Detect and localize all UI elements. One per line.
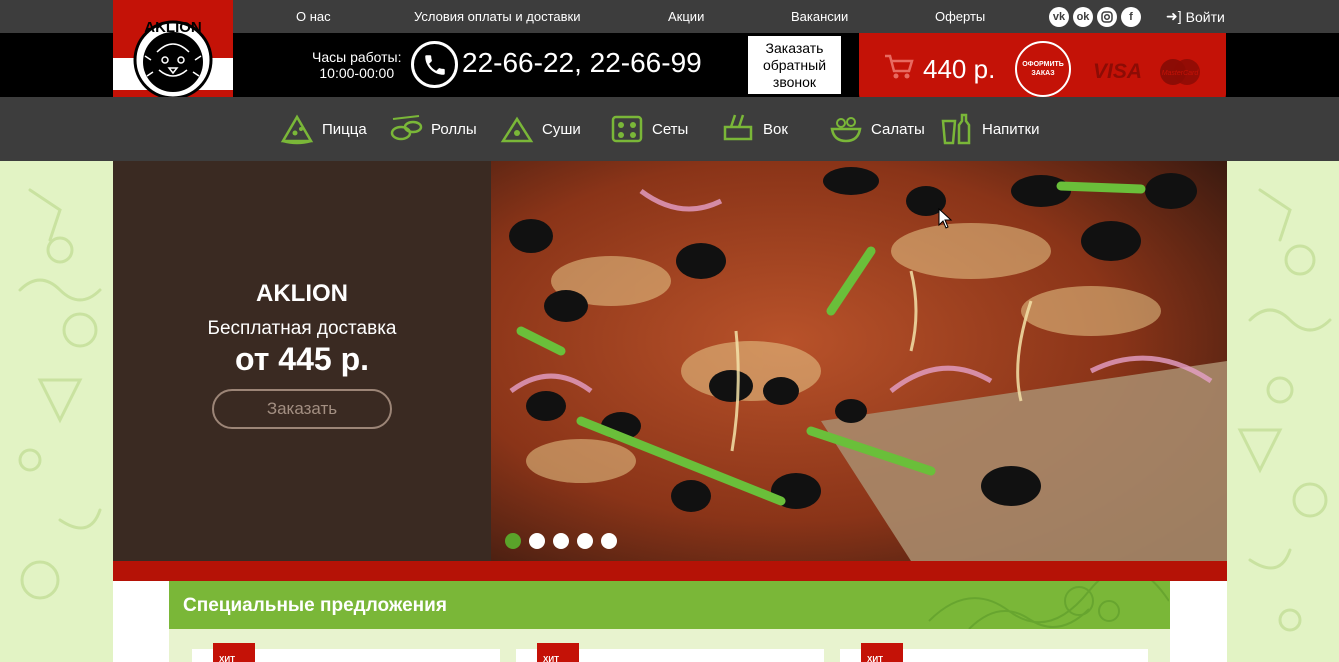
hero-bottom-stripe <box>113 561 1227 581</box>
category-pizza[interactable]: Пицца <box>280 113 367 145</box>
category-label: Сеты <box>652 120 689 138</box>
facebook-icon[interactable]: f <box>1121 7 1141 27</box>
offer-card-2-tag: ХИТ <box>537 643 579 662</box>
category-label: Роллы <box>431 120 477 138</box>
slider-dots <box>505 533 617 549</box>
hours-label: Часы работы: <box>312 49 402 65</box>
sets-icon <box>611 115 643 143</box>
drinks-icon <box>941 113 971 145</box>
working-hours: Часы работы: 10:00-00:00 <box>312 49 402 81</box>
checkout-button[interactable]: ОФОРМИТЬ ЗАКАЗ <box>1015 41 1071 97</box>
slider-dot-5[interactable] <box>601 533 617 549</box>
nav-about[interactable]: О нас <box>296 9 331 24</box>
salad-icon <box>830 117 862 143</box>
slider-dot-3[interactable] <box>553 533 569 549</box>
nav-vacancies[interactable]: Вакансии <box>791 9 848 24</box>
hero-order-button[interactable]: Заказать <box>212 389 392 429</box>
category-wok[interactable]: Вок <box>721 113 788 145</box>
category-label: Вок <box>763 120 788 138</box>
offer-tag-label: ХИТ <box>219 655 235 662</box>
slider-dot-2[interactable] <box>529 533 545 549</box>
checkout-line-2: ЗАКАЗ <box>1031 70 1055 77</box>
category-rolls[interactable]: Роллы <box>389 113 477 145</box>
vk-icon[interactable]: vk <box>1049 7 1069 27</box>
phone-icon <box>411 41 458 88</box>
category-salads[interactable]: Салаты <box>829 113 925 145</box>
wok-icon <box>723 114 753 141</box>
social-links: vk ok f <box>1049 7 1141 27</box>
visa-logo: VISA <box>1093 60 1143 83</box>
callback-line-3: звонок <box>772 73 817 90</box>
pizza-icon <box>280 114 314 145</box>
mastercard-logo: MasterCard <box>1160 59 1200 85</box>
category-drinks[interactable]: Напитки <box>940 113 1040 145</box>
callback-button[interactable]: Заказать обратный звонок <box>745 33 844 97</box>
cart-sum: 440 р. <box>923 54 996 84</box>
rolls-icon <box>390 115 423 141</box>
nav-payment-delivery[interactable]: Условия оплаты и доставки <box>414 9 580 24</box>
slider-dot-1[interactable] <box>505 533 521 549</box>
odnoklassniki-icon[interactable]: ok <box>1073 7 1093 27</box>
nav-offers[interactable]: Оферты <box>935 9 985 24</box>
logo-text: AKLION <box>144 19 202 36</box>
category-sets[interactable]: Сеты <box>610 113 688 145</box>
login-link[interactable]: ➜] Войти <box>1166 8 1225 25</box>
instagram-icon[interactable] <box>1097 7 1117 27</box>
category-label: Суши <box>542 120 581 138</box>
hero-pizza-image[interactable] <box>491 161 1227 561</box>
login-label: Войти <box>1185 8 1225 25</box>
scribble-decoration <box>928 581 1169 629</box>
cart-icon[interactable] <box>883 53 915 86</box>
special-offers-header: Специальные предложения <box>169 581 1170 629</box>
callback-line-2: обратный <box>762 56 827 73</box>
slider-dot-4[interactable] <box>577 533 593 549</box>
offer-card-3-tag: ХИТ <box>861 643 903 662</box>
special-offers-title: Специальные предложения <box>183 595 447 616</box>
cart-panel: 440 р. ОФОРМИТЬ ЗАКАЗ VISA MasterCard <box>859 33 1226 106</box>
phone-numbers[interactable]: 22-66-22, 22-66-99 <box>462 47 702 79</box>
category-sushi[interactable]: Суши <box>500 113 581 145</box>
mastercard-text: MasterCard <box>1162 70 1200 77</box>
category-label: Пицца <box>322 120 367 138</box>
offer-tag-label: ХИТ <box>543 655 559 662</box>
offer-tag-label: ХИТ <box>867 655 883 662</box>
checkout-line-1: ОФОРМИТЬ <box>1022 61 1064 68</box>
callback-line-1: Заказать <box>765 39 824 56</box>
hours-value: 10:00-00:00 <box>319 65 395 81</box>
hero-brand: AKLION <box>256 280 348 307</box>
nav-promotions[interactable]: Акции <box>668 9 704 24</box>
sushi-icon <box>500 116 534 143</box>
category-label: Салаты <box>871 120 925 138</box>
login-icon: ➜] <box>1166 8 1182 24</box>
hero-price: от 445 р. <box>234 341 370 377</box>
offer-card-1-tag: ХИТ <box>213 643 255 662</box>
category-label: Напитки <box>982 120 1040 138</box>
hero-subtitle: Бесплатная доставка <box>207 318 397 339</box>
